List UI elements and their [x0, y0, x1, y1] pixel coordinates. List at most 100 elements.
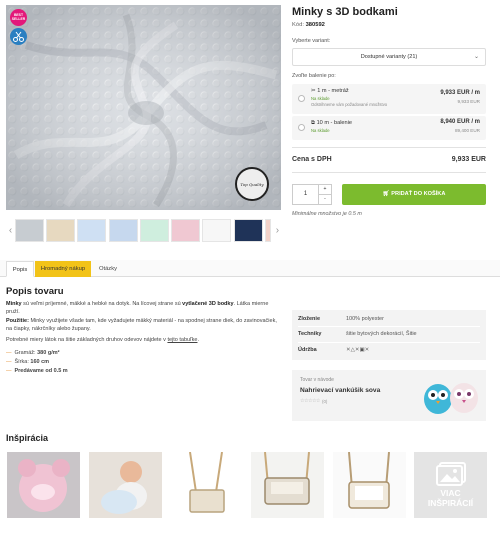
packaging-option-price: 9,933 EUR / m [440, 90, 480, 96]
divider [292, 172, 486, 173]
paragraph-text: sú veľmi príjemné, mäkké a hebké na doty… [21, 301, 183, 307]
spec-label: Gramáž: [14, 350, 38, 356]
highlight-text: vytlačené 3D bodky [182, 301, 234, 307]
thumbnail[interactable] [264, 219, 271, 242]
quantity-increase-button[interactable]: + [319, 185, 331, 195]
dash-icon: — [6, 367, 12, 374]
thumbnail[interactable] [108, 219, 138, 242]
image-gallery-icon [435, 462, 466, 486]
quantity-input[interactable]: 1 [293, 185, 319, 204]
radio-button[interactable] [298, 124, 305, 131]
add-to-cart-button[interactable]: 🛒︎ PRIDAŤ DO KOŠÍKA [342, 184, 486, 205]
thumbnail[interactable] [46, 219, 76, 242]
best-seller-badge: BEST SELLER [10, 9, 27, 26]
packaging-option-price: 8,940 EUR / m [440, 119, 480, 125]
cart-icon: 🛒︎ [382, 191, 390, 197]
spec-label: Šírka: [14, 358, 31, 365]
thumbnail[interactable] [14, 219, 44, 242]
paragraph-text: . [197, 337, 200, 343]
inspiration-title: Inšpirácia [6, 433, 49, 443]
table-row: Zloženie 100% polyester [298, 312, 480, 328]
paragraph-text: Potrebné miery látok na šitie základných… [6, 337, 168, 343]
thumbnail[interactable] [202, 219, 232, 242]
packaging-option-subtotal: 9,933 EUR [457, 99, 480, 104]
variant-select-value: Dostupné varianty (21) [360, 54, 418, 60]
thumbnail-strip: ‹ › [6, 219, 282, 242]
quantity-decrease-button[interactable]: - [319, 195, 331, 204]
thumbnail[interactable] [171, 219, 201, 242]
usage-label: Použitie: [6, 318, 29, 324]
product-title: Minky s 3D bodkami [292, 6, 398, 18]
list-item: — Gramáž: 380 g/m² [6, 349, 68, 358]
care-symbols-icon: ⨯△⨯▣⨯ [346, 347, 370, 354]
spec-value: 380 g/m² [37, 350, 60, 356]
total-label: Cena s DPH [292, 156, 332, 163]
spec-list: — Gramáž: 380 g/m² — Šírka: 160 cm — Predáv… [6, 349, 68, 375]
variant-select[interactable]: Dostupné varianty (21) ⌄ [292, 48, 486, 66]
more-inspiration-line1: VIAC [440, 488, 461, 498]
radio-button[interactable] [298, 95, 305, 102]
paragraph-text: Minky využijete všade tam, kde vyžadujet… [6, 318, 277, 332]
rating-stars-icon: ☆☆☆☆☆ [300, 398, 320, 404]
inspiration-image[interactable] [7, 452, 80, 518]
chevron-right-icon[interactable]: › [273, 219, 282, 242]
list-item: — Predávame od 0.5 m [6, 367, 68, 376]
inspiration-image[interactable] [251, 452, 324, 518]
dash-icon: — [6, 358, 12, 365]
package-icon: ⧉ [311, 120, 315, 126]
packaging-option-1m[interactable]: ✂ 1 m - metráž Na sklade Odstrihneme vám… [292, 84, 486, 114]
rating-count: (0) [322, 399, 328, 404]
tab-description[interactable]: Popis [6, 261, 34, 277]
chevron-left-icon[interactable]: ‹ [6, 219, 15, 242]
add-to-cart-label: PRIDAŤ DO KOŠÍKA [391, 191, 446, 197]
packaging-option-note: Odstrihneme vám požadované množstvo [311, 102, 388, 107]
size-table-link[interactable]: tejto tabuľke [167, 337, 197, 343]
usage-paragraph: Použitie: Minky využijete všade tam, kde… [6, 318, 278, 333]
more-inspiration-button[interactable]: VIAC INŠPIRÁCIÍ [414, 452, 487, 518]
packaging-option-name: ⧉ 10 m - balenie [311, 120, 352, 127]
stock-status: Na sklade [311, 96, 330, 101]
product-code-label: Kód: [292, 22, 304, 28]
product-code-value: 380592 [305, 22, 325, 28]
tutorial-title[interactable]: Nahrievací vankúšik sova [300, 387, 380, 394]
owl-pillow-image[interactable] [420, 373, 482, 419]
tab-questions[interactable]: Otázky [92, 261, 124, 277]
scissors-icon: ✂ [311, 88, 316, 94]
tutorial-label: Tovar v návode [300, 377, 334, 383]
table-row: Údržba ⨯△⨯▣⨯ [298, 343, 480, 358]
divider [292, 147, 486, 148]
description-title: Popis tovaru [6, 286, 64, 297]
tab-bulk-purchase[interactable]: Hromadný nákup [35, 261, 91, 277]
param-value: 100% polyester [346, 316, 384, 323]
param-value: šitie bytových dekorácií, Šitie [346, 331, 417, 338]
thumbnail[interactable] [233, 219, 263, 242]
table-row: Techniky šitie bytových dekorácií, Šitie [298, 327, 480, 343]
list-item: — Šírka: 160 cm [6, 358, 68, 367]
packaging-label: Zvoľte balenie po: [292, 73, 336, 79]
inspiration-image[interactable] [333, 452, 406, 518]
inspiration-image[interactable] [170, 452, 243, 518]
packaging-option-name-text: 1 m - metráž [317, 88, 349, 94]
spec-value: Predávame od 0.5 m [14, 367, 68, 374]
quality-seal-logo: Top Quality [235, 167, 269, 201]
param-key: Zloženie [298, 316, 321, 323]
total-price: 9,933 EUR [451, 156, 486, 163]
param-key: Techniky [298, 331, 322, 338]
description-paragraph: Minky sú veľmi príjemné, mäkké a hebké n… [6, 301, 278, 316]
size-table-paragraph: Potrebné miery látok na šitie základných… [6, 337, 278, 345]
packaging-option-name: ✂ 1 m - metráž [311, 88, 349, 94]
inspiration-image[interactable] [89, 452, 162, 518]
thumbnail[interactable] [139, 219, 169, 242]
thumbnail[interactable] [77, 219, 107, 242]
brand-name: Minky [6, 301, 22, 307]
more-inspiration-line2: INŠPIRÁCIÍ [427, 498, 474, 508]
quantity-stepper: 1 + - [292, 184, 332, 205]
param-key: Údržba [298, 347, 317, 354]
product-code: Kód: 380592 [292, 22, 325, 28]
packaging-option-subtotal: 89,400 EUR [454, 128, 480, 133]
dash-icon: — [6, 350, 12, 356]
product-main-image[interactable]: BEST SELLER Top Quality [6, 5, 281, 210]
packaging-option-name-text: 10 m - balenie [316, 120, 353, 126]
packaging-option-10m[interactable]: ⧉ 10 m - balenie Na sklade 8,940 EUR / m… [292, 116, 486, 140]
parameters-table: Zloženie 100% polyester Techniky šitie byt… [292, 310, 486, 360]
